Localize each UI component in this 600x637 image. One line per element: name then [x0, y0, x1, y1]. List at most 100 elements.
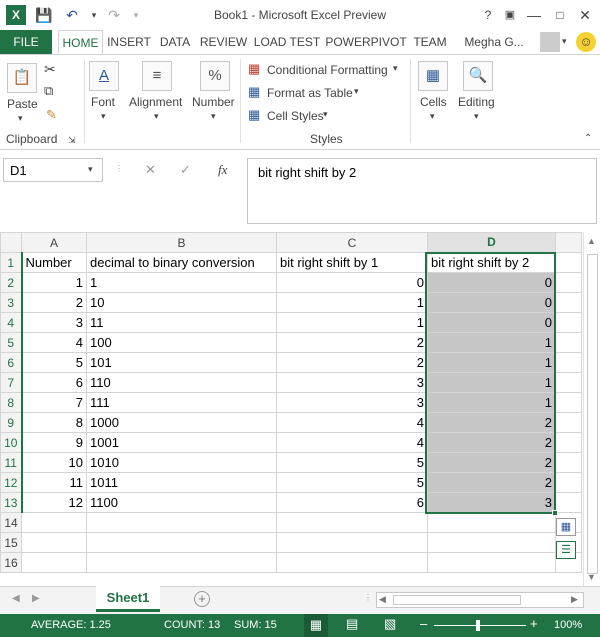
cell-D7[interactable]: 1: [427, 372, 556, 393]
row-header[interactable]: 16: [0, 552, 22, 573]
close-icon[interactable]: ✕: [575, 5, 595, 25]
cell-D1[interactable]: bit right shift by 2: [427, 252, 556, 273]
paste-dropdown-icon[interactable]: ▾: [18, 113, 23, 124]
cell-A10[interactable]: 9: [21, 432, 87, 453]
cell-C8[interactable]: 3: [276, 392, 428, 413]
tab-review[interactable]: REVIEW: [199, 30, 248, 54]
editing-icon[interactable]: 🔍: [463, 61, 493, 91]
vertical-scrollbar[interactable]: ▲ ▼: [583, 232, 600, 586]
new-sheet-icon[interactable]: +: [194, 591, 210, 607]
tab-insert[interactable]: INSERT: [106, 30, 152, 54]
zoom-in-icon[interactable]: +: [530, 616, 538, 631]
format-as-table-dropdown-icon[interactable]: ▾: [354, 86, 359, 97]
row-header[interactable]: 9: [0, 412, 23, 433]
insert-function-icon[interactable]: fx: [218, 162, 227, 178]
cell-C5[interactable]: 2: [276, 332, 428, 353]
zoom-level[interactable]: 100%: [554, 619, 582, 631]
cell-E6[interactable]: [555, 352, 582, 373]
cell-C10[interactable]: 4: [276, 432, 428, 453]
cell-A8[interactable]: 7: [21, 392, 87, 413]
quick-analysis-icon[interactable]: ☰: [556, 541, 576, 559]
fill-handle[interactable]: [552, 510, 558, 516]
scroll-left-icon[interactable]: ◀: [379, 594, 386, 605]
page-break-view-icon[interactable]: ▧: [384, 616, 396, 632]
clipboard-launcher-icon[interactable]: ⇲: [68, 135, 76, 146]
cell-A14[interactable]: [21, 512, 87, 533]
cell-A7[interactable]: 6: [21, 372, 87, 393]
next-sheet-icon[interactable]: ▶: [32, 593, 40, 604]
column-header-c[interactable]: C: [276, 232, 428, 253]
cell-table[interactable]: A B C D 1 Number decimal to binary convers…: [0, 232, 582, 573]
cell-B1[interactable]: decimal to binary conversion: [86, 252, 277, 273]
horizontal-scrollbar[interactable]: ◀ ▶: [376, 592, 584, 608]
cell-D6[interactable]: 1: [427, 352, 556, 373]
row-header[interactable]: 2: [0, 272, 23, 293]
cell-A2[interactable]: 1: [21, 272, 87, 293]
cell-A15[interactable]: [21, 532, 87, 553]
row-header[interactable]: 3: [0, 292, 23, 313]
tab-file[interactable]: FILE: [0, 30, 52, 54]
cell-C11[interactable]: 5: [276, 452, 428, 473]
cell-E7[interactable]: [555, 372, 582, 393]
cell-A6[interactable]: 5: [21, 352, 87, 373]
cell-A9[interactable]: 8: [21, 412, 87, 433]
cells-dropdown-icon[interactable]: ▾: [430, 111, 435, 122]
cell-C14[interactable]: [276, 512, 428, 533]
row-header[interactable]: 14: [0, 512, 22, 533]
cell-B12[interactable]: 1011: [86, 472, 277, 493]
paste-options-icon[interactable]: ▦: [556, 518, 576, 536]
collapse-ribbon-icon[interactable]: ⌃: [584, 133, 592, 144]
cell-B11[interactable]: 1010: [86, 452, 277, 473]
cell-B2[interactable]: 1: [86, 272, 277, 293]
cell-E4[interactable]: [555, 312, 582, 333]
cell-C3[interactable]: 1: [276, 292, 428, 313]
editing-button[interactable]: Editing: [458, 95, 495, 109]
horizontal-scroll-thumb[interactable]: [393, 595, 521, 605]
cell-B13[interactable]: 1100: [86, 492, 277, 513]
row-header[interactable]: 13: [0, 492, 23, 513]
cell-C2[interactable]: 0: [276, 272, 428, 293]
cell-E13[interactable]: [555, 492, 582, 513]
cell-E2[interactable]: [555, 272, 582, 293]
row-header[interactable]: 12: [0, 472, 23, 493]
page-layout-view-icon[interactable]: ▤: [346, 616, 358, 632]
zoom-slider[interactable]: [434, 625, 526, 626]
cell-B8[interactable]: 111: [86, 392, 277, 413]
sheet-tab-sheet1[interactable]: Sheet1: [96, 586, 160, 612]
row-header[interactable]: 10: [0, 432, 23, 453]
user-name[interactable]: Megha G...: [462, 30, 526, 54]
font-icon[interactable]: A: [89, 61, 119, 91]
formula-input[interactable]: bit right shift by 2: [247, 158, 597, 224]
cell-C7[interactable]: 3: [276, 372, 428, 393]
ribbon-display-icon[interactable]: ▣: [500, 5, 520, 25]
cell-B9[interactable]: 1000: [86, 412, 277, 433]
account-dropdown-icon[interactable]: ▾: [562, 36, 567, 47]
cell-B14[interactable]: [86, 512, 277, 533]
paste-button[interactable]: Paste: [7, 97, 38, 111]
cell-A16[interactable]: [21, 552, 87, 573]
conditional-formatting-button[interactable]: Conditional Formatting: [267, 63, 388, 77]
help-icon[interactable]: ?: [478, 5, 498, 25]
row-header[interactable]: 4: [0, 312, 23, 333]
cell-C4[interactable]: 1: [276, 312, 428, 333]
row-header[interactable]: 7: [0, 372, 23, 393]
editing-dropdown-icon[interactable]: ▾: [474, 111, 479, 122]
copy-icon[interactable]: ⧉: [44, 83, 53, 99]
cell-B4[interactable]: 11: [86, 312, 277, 333]
row-header[interactable]: 5: [0, 332, 23, 353]
worksheet-grid[interactable]: A B C D 1 Number decimal to binary convers…: [0, 232, 600, 586]
cell-A11[interactable]: 10: [21, 452, 87, 473]
cell-E12[interactable]: [555, 472, 582, 493]
cell-D2[interactable]: 0: [427, 272, 556, 293]
cancel-entry-icon[interactable]: ✕: [145, 162, 156, 178]
cell-B6[interactable]: 101: [86, 352, 277, 373]
tab-load-test[interactable]: LOAD TEST: [252, 30, 322, 54]
cell-E9[interactable]: [555, 412, 582, 433]
tab-team[interactable]: TEAM: [410, 30, 450, 54]
cell-D13[interactable]: 3: [427, 492, 556, 513]
conditional-formatting-dropdown-icon[interactable]: ▾: [393, 63, 398, 74]
cell-E3[interactable]: [555, 292, 582, 313]
number-format-icon[interactable]: %: [200, 61, 230, 91]
column-header-e[interactable]: [555, 232, 582, 253]
cell-A5[interactable]: 4: [21, 332, 87, 353]
